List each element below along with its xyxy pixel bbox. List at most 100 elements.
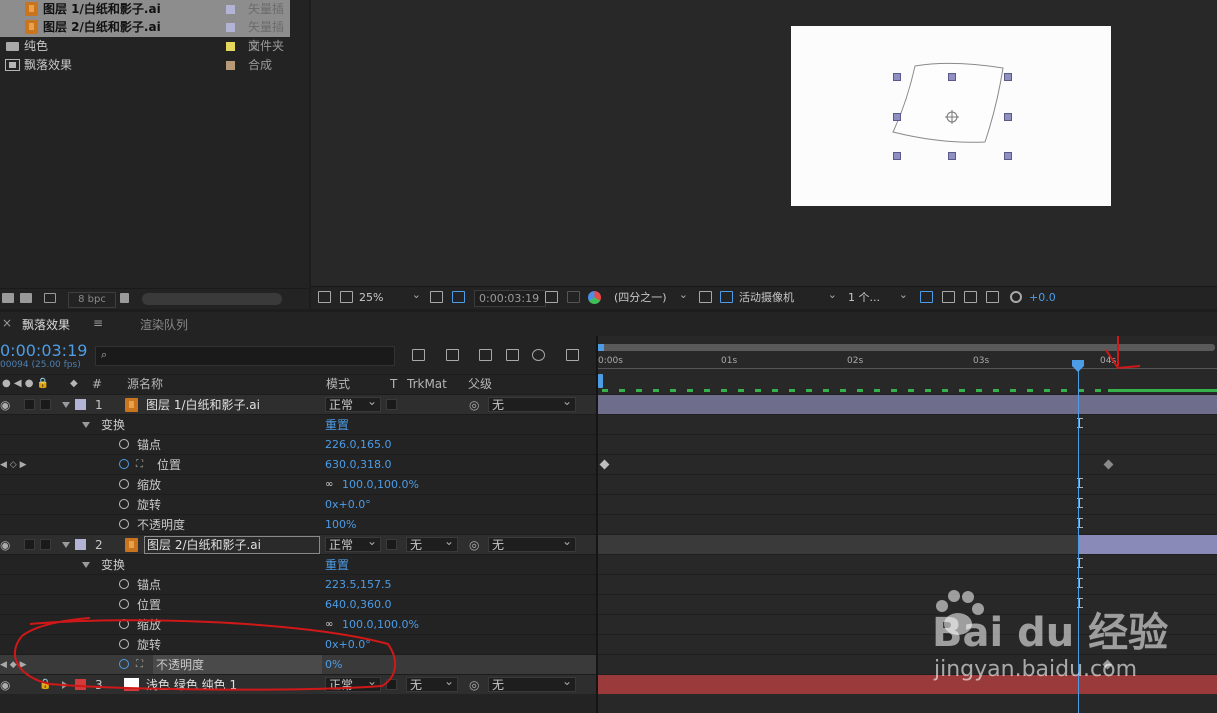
zoom-dropdown[interactable]: 25%: [359, 287, 423, 305]
playhead-handle[interactable]: [1072, 360, 1085, 372]
parent-dropdown[interactable]: 无: [488, 394, 576, 412]
expand-layer-icon[interactable]: [62, 402, 70, 408]
project-scrollbar[interactable]: [142, 293, 282, 305]
layer-name[interactable]: 图层 1/白纸和影子.ai: [146, 395, 260, 415]
transform-handle[interactable]: [948, 152, 956, 160]
graph-icon[interactable]: ⛶: [136, 455, 143, 475]
timeline-icon[interactable]: [964, 291, 977, 303]
eye-icon[interactable]: ◉: [0, 535, 10, 555]
safe-zones-icon[interactable]: [430, 291, 443, 303]
preserve-transparency-checkbox[interactable]: [386, 539, 397, 550]
label-color-swatch[interactable]: [226, 42, 235, 51]
project-item[interactable]: 纯色 文件夹: [0, 37, 290, 56]
property-row[interactable]: ◀ ◇ ▶ ⛶ 位置 630.0,318.0: [0, 454, 596, 474]
parent-dropdown[interactable]: 无: [488, 534, 576, 552]
expand-group-icon[interactable]: [82, 562, 90, 568]
project-item[interactable]: 飘落效果 合成: [0, 56, 290, 75]
frame-blending-icon[interactable]: [506, 349, 519, 361]
shy-layers-icon[interactable]: [479, 349, 492, 361]
reset-link[interactable]: 重置: [325, 415, 349, 435]
label-color-swatch[interactable]: [226, 61, 235, 70]
camera-snapshot-icon[interactable]: [545, 291, 558, 303]
keyframe[interactable]: [599, 459, 610, 470]
transform-handle[interactable]: [893, 113, 901, 121]
expand-group-icon[interactable]: [82, 422, 90, 428]
transparency-grid-icon[interactable]: [720, 291, 733, 303]
source-name-column-header[interactable]: 源名称: [127, 375, 163, 393]
project-item[interactable]: 图层 2/白纸和影子.ai 矢量插画: [0, 18, 290, 53]
always-preview-icon[interactable]: [318, 291, 331, 303]
reset-link[interactable]: 重置: [325, 555, 349, 575]
blend-mode-dropdown[interactable]: 正常: [325, 394, 381, 412]
solo-toggle[interactable]: [24, 399, 35, 410]
property-row[interactable]: 位置 640.0,360.0: [0, 594, 596, 614]
layer-row[interactable]: ◉ 1 图层 1/白纸和影子.ai 正常 ◎ 无: [0, 394, 596, 414]
property-value[interactable]: 100%: [325, 515, 356, 535]
layer-2-duration-bar[interactable]: [1078, 535, 1217, 554]
expand-layer-icon[interactable]: [62, 542, 70, 548]
mask-visibility-icon[interactable]: [452, 291, 465, 303]
lock-toggle[interactable]: [40, 399, 51, 410]
transform-handle[interactable]: [893, 152, 901, 160]
transform-handle[interactable]: [893, 73, 901, 81]
solo-toggle[interactable]: [24, 539, 35, 550]
property-value[interactable]: 223.5,157.5: [325, 575, 391, 595]
bit-depth-button[interactable]: 8 bpc: [68, 292, 116, 308]
flowchart-icon[interactable]: [986, 291, 999, 303]
fast-previews-icon[interactable]: [942, 291, 955, 303]
property-row[interactable]: 锚点 226.0,165.0: [0, 434, 596, 454]
current-time-display[interactable]: 0:00:03:19: [474, 290, 546, 307]
transform-handle[interactable]: [1004, 73, 1012, 81]
project-item[interactable]: 图层 1/白纸和影子.ai 矢量插画: [0, 0, 290, 35]
keyframe-navigator-icon[interactable]: ◀ ◇ ▶: [0, 455, 27, 475]
transform-handle[interactable]: [948, 73, 956, 81]
preserve-transparency-checkbox[interactable]: [386, 399, 397, 410]
stopwatch-icon[interactable]: [119, 499, 129, 509]
views-dropdown[interactable]: 1 个...: [848, 287, 910, 305]
tab-composition[interactable]: 飘落效果: [22, 316, 70, 333]
blend-mode-dropdown[interactable]: 正常: [325, 534, 381, 552]
new-composition-icon[interactable]: [44, 293, 56, 303]
property-row[interactable]: 缩放 ∞ 100.0,100.0%: [0, 474, 596, 494]
composition-viewer[interactable]: [311, 0, 1217, 286]
region-of-interest-icon[interactable]: [699, 291, 712, 303]
property-row[interactable]: 不透明度 100%: [0, 514, 596, 534]
display-icon[interactable]: [340, 291, 353, 303]
parent-dropdown[interactable]: 无: [488, 674, 576, 692]
property-group-row[interactable]: 变换 重置: [0, 554, 596, 574]
property-value[interactable]: 226.0,165.0: [325, 435, 391, 455]
label-color-swatch[interactable]: [226, 23, 235, 32]
layer-label-color[interactable]: [75, 539, 86, 550]
paper-layer-graphic[interactable]: [791, 26, 1111, 206]
stopwatch-icon[interactable]: [119, 599, 129, 609]
trash-icon[interactable]: [120, 293, 129, 303]
layer-name-field[interactable]: 图层 2/白纸和影子.ai: [144, 536, 320, 554]
resolution-dropdown[interactable]: (四分之一): [614, 287, 690, 305]
property-value[interactable]: 0x+0.0°: [325, 495, 371, 515]
color-channels-icon[interactable]: [588, 291, 601, 304]
property-row[interactable]: 旋转 0x+0.0°: [0, 494, 596, 514]
motion-blur-icon[interactable]: [532, 349, 545, 361]
composition-canvas[interactable]: [791, 26, 1111, 206]
lock-toggle[interactable]: [40, 539, 51, 550]
pick-whip-icon[interactable]: ◎: [469, 535, 479, 555]
close-tab-icon[interactable]: ×: [2, 316, 12, 330]
layer-1-duration-bar[interactable]: [598, 394, 1217, 414]
camera-dropdown[interactable]: 活动摄像机: [739, 287, 839, 305]
stopwatch-icon[interactable]: [119, 439, 129, 449]
parent-column-header[interactable]: 父级: [468, 375, 492, 393]
timeline-current-time[interactable]: 0:00:03:19: [0, 341, 87, 360]
layer-search-input[interactable]: ⌕: [95, 346, 395, 366]
toggle-pixel-aspect-icon[interactable]: [920, 291, 933, 303]
eye-icon[interactable]: ◉: [0, 395, 10, 415]
show-snapshot-icon[interactable]: [567, 291, 580, 303]
transform-handle[interactable]: [1004, 113, 1012, 121]
trkmat-column-header[interactable]: TrkMat: [407, 375, 447, 393]
graph-editor-icon[interactable]: [566, 349, 579, 361]
tab-render-queue[interactable]: 渲染队列: [140, 316, 188, 333]
mode-column-header[interactable]: 模式: [326, 375, 350, 393]
number-column-header[interactable]: #: [92, 375, 102, 393]
composition-mini-flowchart-icon[interactable]: [412, 349, 425, 361]
work-area-start[interactable]: [598, 374, 603, 388]
exposure-value[interactable]: +0.0: [1029, 290, 1056, 305]
